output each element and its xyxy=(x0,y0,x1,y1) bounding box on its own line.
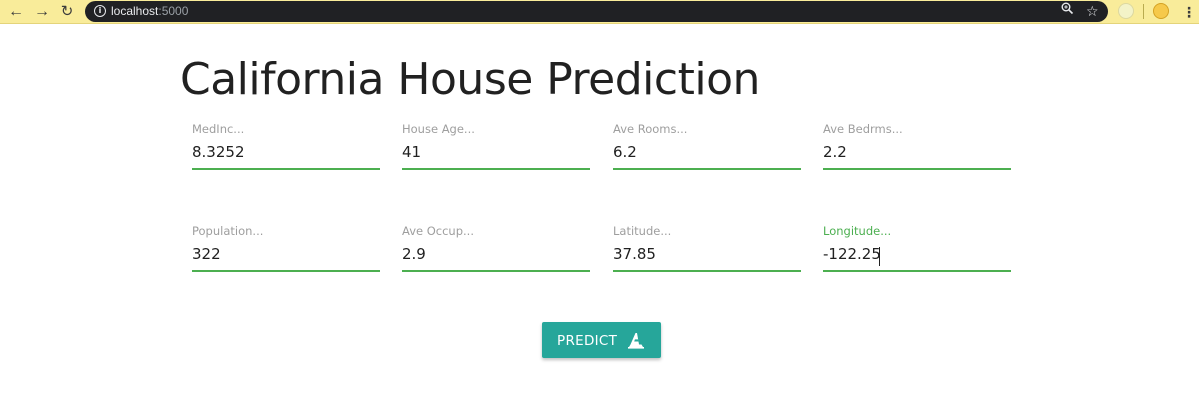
medinc-field: MedInc... xyxy=(192,122,380,182)
ave-rooms-input[interactable] xyxy=(613,138,801,170)
house-age-label: House Age... xyxy=(402,122,475,136)
profile-avatar-icon[interactable] xyxy=(1153,3,1169,19)
ave-occup-field: Ave Occup... xyxy=(402,224,590,284)
ave-occup-label: Ave Occup... xyxy=(402,224,474,238)
population-field: Population... xyxy=(192,224,380,284)
extension-icon[interactable] xyxy=(1118,3,1134,19)
ave-bedrms-field: Ave Bedrms... xyxy=(823,122,1011,182)
ave-rooms-field: Ave Rooms... xyxy=(613,122,801,182)
latitude-input[interactable] xyxy=(613,240,801,272)
address-bar[interactable]: i localhost:5000 ☆ xyxy=(85,1,1108,22)
reload-icon[interactable]: ↻ xyxy=(57,2,77,22)
ave-bedrms-input[interactable] xyxy=(823,138,1011,170)
house-age-input[interactable] xyxy=(402,138,590,170)
toolbar-divider xyxy=(1143,4,1144,19)
longitude-input[interactable] xyxy=(823,240,1011,272)
bookmark-star-icon[interactable]: ☆ xyxy=(1086,1,1099,21)
info-icon[interactable]: i xyxy=(94,5,106,17)
medinc-label: MedInc... xyxy=(192,122,245,136)
ave-rooms-label: Ave Rooms... xyxy=(613,122,688,136)
longitude-field: Longitude... xyxy=(823,224,1011,284)
browser-toolbar: ← → ↻ i localhost:5000 ☆ ⋮ xyxy=(0,0,1199,24)
url-port: :5000 xyxy=(158,4,189,18)
latitude-label: Latitude... xyxy=(613,224,672,238)
latitude-field: Latitude... xyxy=(613,224,801,284)
ave-occup-input[interactable] xyxy=(402,240,590,272)
longitude-label: Longitude... xyxy=(823,224,892,238)
zoom-icon[interactable] xyxy=(1061,2,1074,20)
page-title: California House Prediction xyxy=(180,54,760,105)
predict-button-label: PREDICT xyxy=(557,333,618,349)
wizard-hat-icon xyxy=(626,330,646,350)
forward-arrow-icon[interactable]: → xyxy=(32,2,52,22)
text-caret xyxy=(879,247,880,266)
house-age-field: House Age... xyxy=(402,122,590,182)
medinc-input[interactable] xyxy=(192,138,380,170)
back-arrow-icon[interactable]: ← xyxy=(6,2,26,22)
menu-vertical-dots-icon[interactable]: ⋮ xyxy=(1182,2,1196,22)
ave-bedrms-label: Ave Bedrms... xyxy=(823,122,903,136)
population-input[interactable] xyxy=(192,240,380,272)
population-label: Population... xyxy=(192,224,264,238)
address-url[interactable]: localhost:5000 xyxy=(111,4,188,18)
url-host: localhost xyxy=(111,4,159,18)
predict-button[interactable]: PREDICT xyxy=(542,322,661,358)
